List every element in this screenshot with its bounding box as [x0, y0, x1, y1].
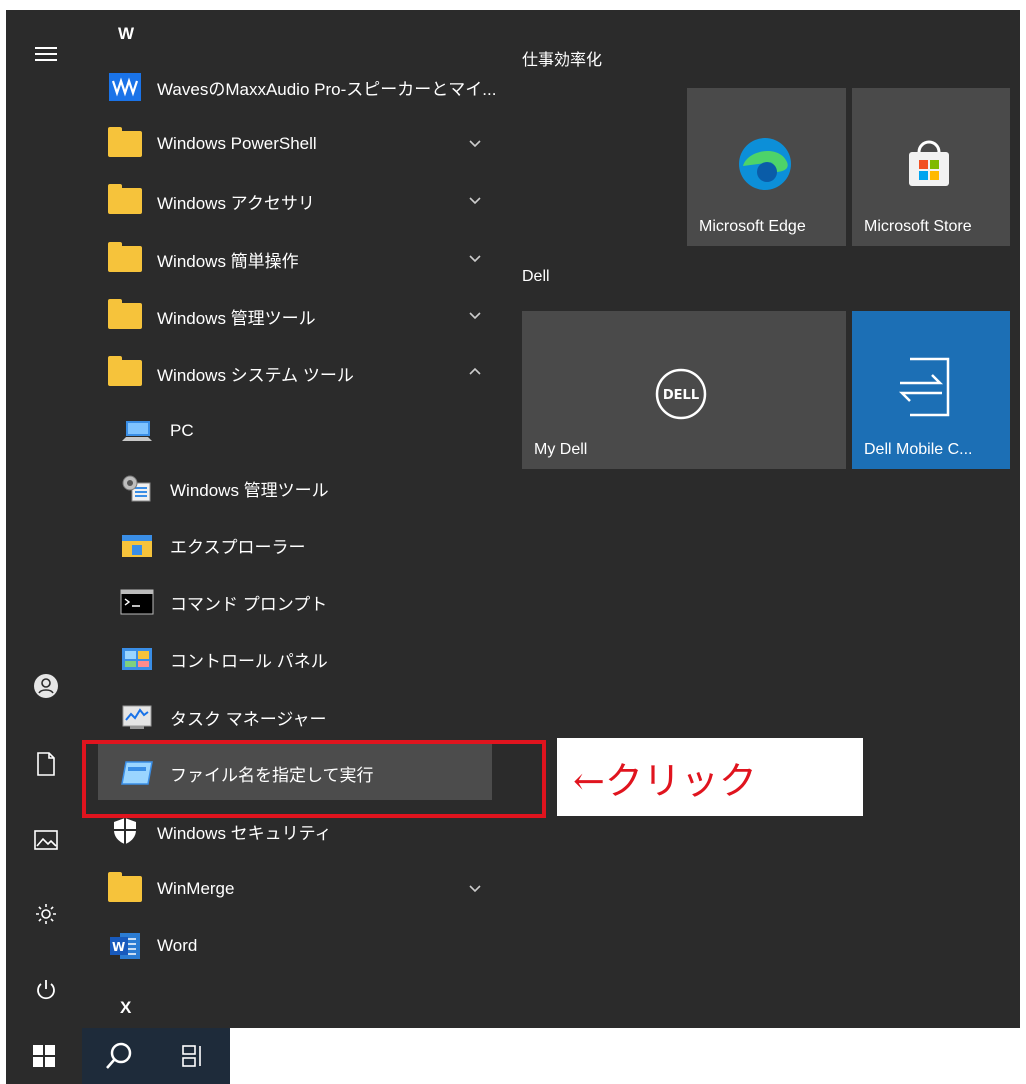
- app-item-windows-accessories[interactable]: Windows アクセサリ: [100, 176, 500, 226]
- letter-header-x[interactable]: X: [120, 998, 131, 1018]
- admin-tools-icon: [120, 473, 154, 503]
- task-view-button[interactable]: [156, 1028, 230, 1084]
- app-item-command-prompt[interactable]: コマンド プロンプト: [100, 577, 500, 627]
- svg-text:W: W: [112, 940, 125, 954]
- annotation-highlight-box: [82, 740, 546, 818]
- tile-my-dell[interactable]: DELL My Dell: [522, 311, 846, 469]
- annotation-text: ←クリック: [573, 758, 757, 803]
- app-label: Windows 管理ツール: [157, 308, 316, 328]
- waves-maxxaudio-icon: [108, 72, 142, 102]
- app-item-control-panel[interactable]: コントロール パネル: [100, 634, 500, 684]
- hamburger-menu-icon[interactable]: [32, 40, 60, 68]
- tile-group-title[interactable]: Dell: [522, 268, 550, 286]
- app-label: PC: [170, 421, 194, 440]
- letter-header-w[interactable]: W: [118, 24, 134, 44]
- user-account-icon[interactable]: [32, 672, 60, 700]
- tile-label: Microsoft Store: [864, 218, 972, 235]
- app-item-waves-maxxaudio[interactable]: WavesのMaxxAudio Pro-スピーカーとマイ...: [100, 62, 500, 112]
- chevron-down-icon: [469, 140, 481, 148]
- svg-text:DELL: DELL: [663, 388, 699, 403]
- start-button[interactable]: [6, 1028, 82, 1084]
- tile-group-title[interactable]: 仕事効率化: [522, 46, 602, 70]
- app-label: Word: [157, 936, 198, 955]
- app-label: Windows セキュリティ: [157, 823, 332, 843]
- folder-icon: [108, 299, 142, 331]
- app-label: Windows 簡単操作: [157, 251, 299, 271]
- app-label: Windows 管理ツール: [170, 480, 329, 500]
- app-label: コマンド プロンプト: [170, 594, 328, 614]
- app-item-task-manager[interactable]: タスク マネージャー: [100, 692, 500, 742]
- documents-icon[interactable]: [32, 750, 60, 778]
- word-icon: W: [108, 931, 142, 961]
- task-manager-icon: [120, 702, 154, 732]
- windows-security-icon: [108, 816, 142, 846]
- app-label: タスク マネージャー: [170, 709, 327, 729]
- app-label: Windows アクセサリ: [157, 193, 315, 213]
- folder-icon: [108, 184, 142, 216]
- folder-icon: [108, 356, 142, 388]
- search-button[interactable]: [82, 1028, 156, 1084]
- edge-icon: [737, 136, 793, 197]
- folder-icon: [108, 242, 142, 274]
- tile-dell-mobile-connect[interactable]: Dell Mobile C...: [852, 311, 1010, 469]
- settings-icon[interactable]: [32, 900, 60, 928]
- tile-label: Microsoft Edge: [699, 218, 806, 235]
- dell-logo-icon: DELL: [654, 367, 708, 426]
- dell-mobile-connect-icon: [896, 353, 956, 428]
- tile-microsoft-store[interactable]: Microsoft Store: [852, 88, 1010, 246]
- chevron-down-icon: [469, 885, 481, 893]
- app-item-word[interactable]: W Word: [100, 921, 500, 971]
- tile-label: My Dell: [534, 441, 588, 458]
- chevron-up-icon: [469, 367, 481, 375]
- app-label: コントロール パネル: [170, 651, 328, 671]
- file-explorer-icon: [120, 530, 154, 560]
- control-panel-icon: [120, 644, 154, 674]
- app-label: WinMerge: [157, 879, 235, 898]
- folder-icon: [108, 872, 142, 904]
- windows-logo-icon: [33, 1045, 55, 1067]
- app-item-windows-powershell[interactable]: Windows PowerShell: [100, 119, 500, 169]
- app-label: Windows PowerShell: [157, 134, 317, 153]
- chevron-down-icon: [469, 255, 481, 263]
- app-item-windows-system-tools[interactable]: Windows システム ツール: [100, 348, 500, 398]
- pictures-icon[interactable]: [32, 826, 60, 854]
- command-prompt-icon: [120, 587, 154, 617]
- app-item-pc[interactable]: PC: [100, 406, 500, 456]
- app-item-windows-admin-tools[interactable]: Windows 管理ツール: [100, 291, 500, 341]
- pc-icon: [120, 416, 154, 446]
- tile-label: Dell Mobile C...: [864, 441, 973, 458]
- search-icon: [106, 1042, 132, 1069]
- app-label: エクスプローラー: [170, 537, 306, 557]
- annotation-callout: ←クリック: [557, 738, 863, 816]
- chevron-down-icon: [469, 312, 481, 320]
- chevron-down-icon: [469, 197, 481, 205]
- task-view-icon: [182, 1045, 201, 1067]
- folder-icon: [108, 127, 142, 159]
- app-item-windows-admin-tools-sub[interactable]: Windows 管理ツール: [100, 463, 500, 513]
- app-item-windows-ease-of-access[interactable]: Windows 簡単操作: [100, 234, 500, 284]
- app-item-winmerge[interactable]: WinMerge: [100, 864, 500, 914]
- store-icon: [904, 140, 954, 195]
- app-label: WavesのMaxxAudio Pro-スピーカーとマイ...: [157, 79, 497, 99]
- tile-microsoft-edge[interactable]: Microsoft Edge: [687, 88, 846, 246]
- app-item-file-explorer[interactable]: エクスプローラー: [100, 520, 500, 570]
- power-icon[interactable]: [32, 976, 60, 1004]
- app-label: Windows システム ツール: [157, 365, 354, 385]
